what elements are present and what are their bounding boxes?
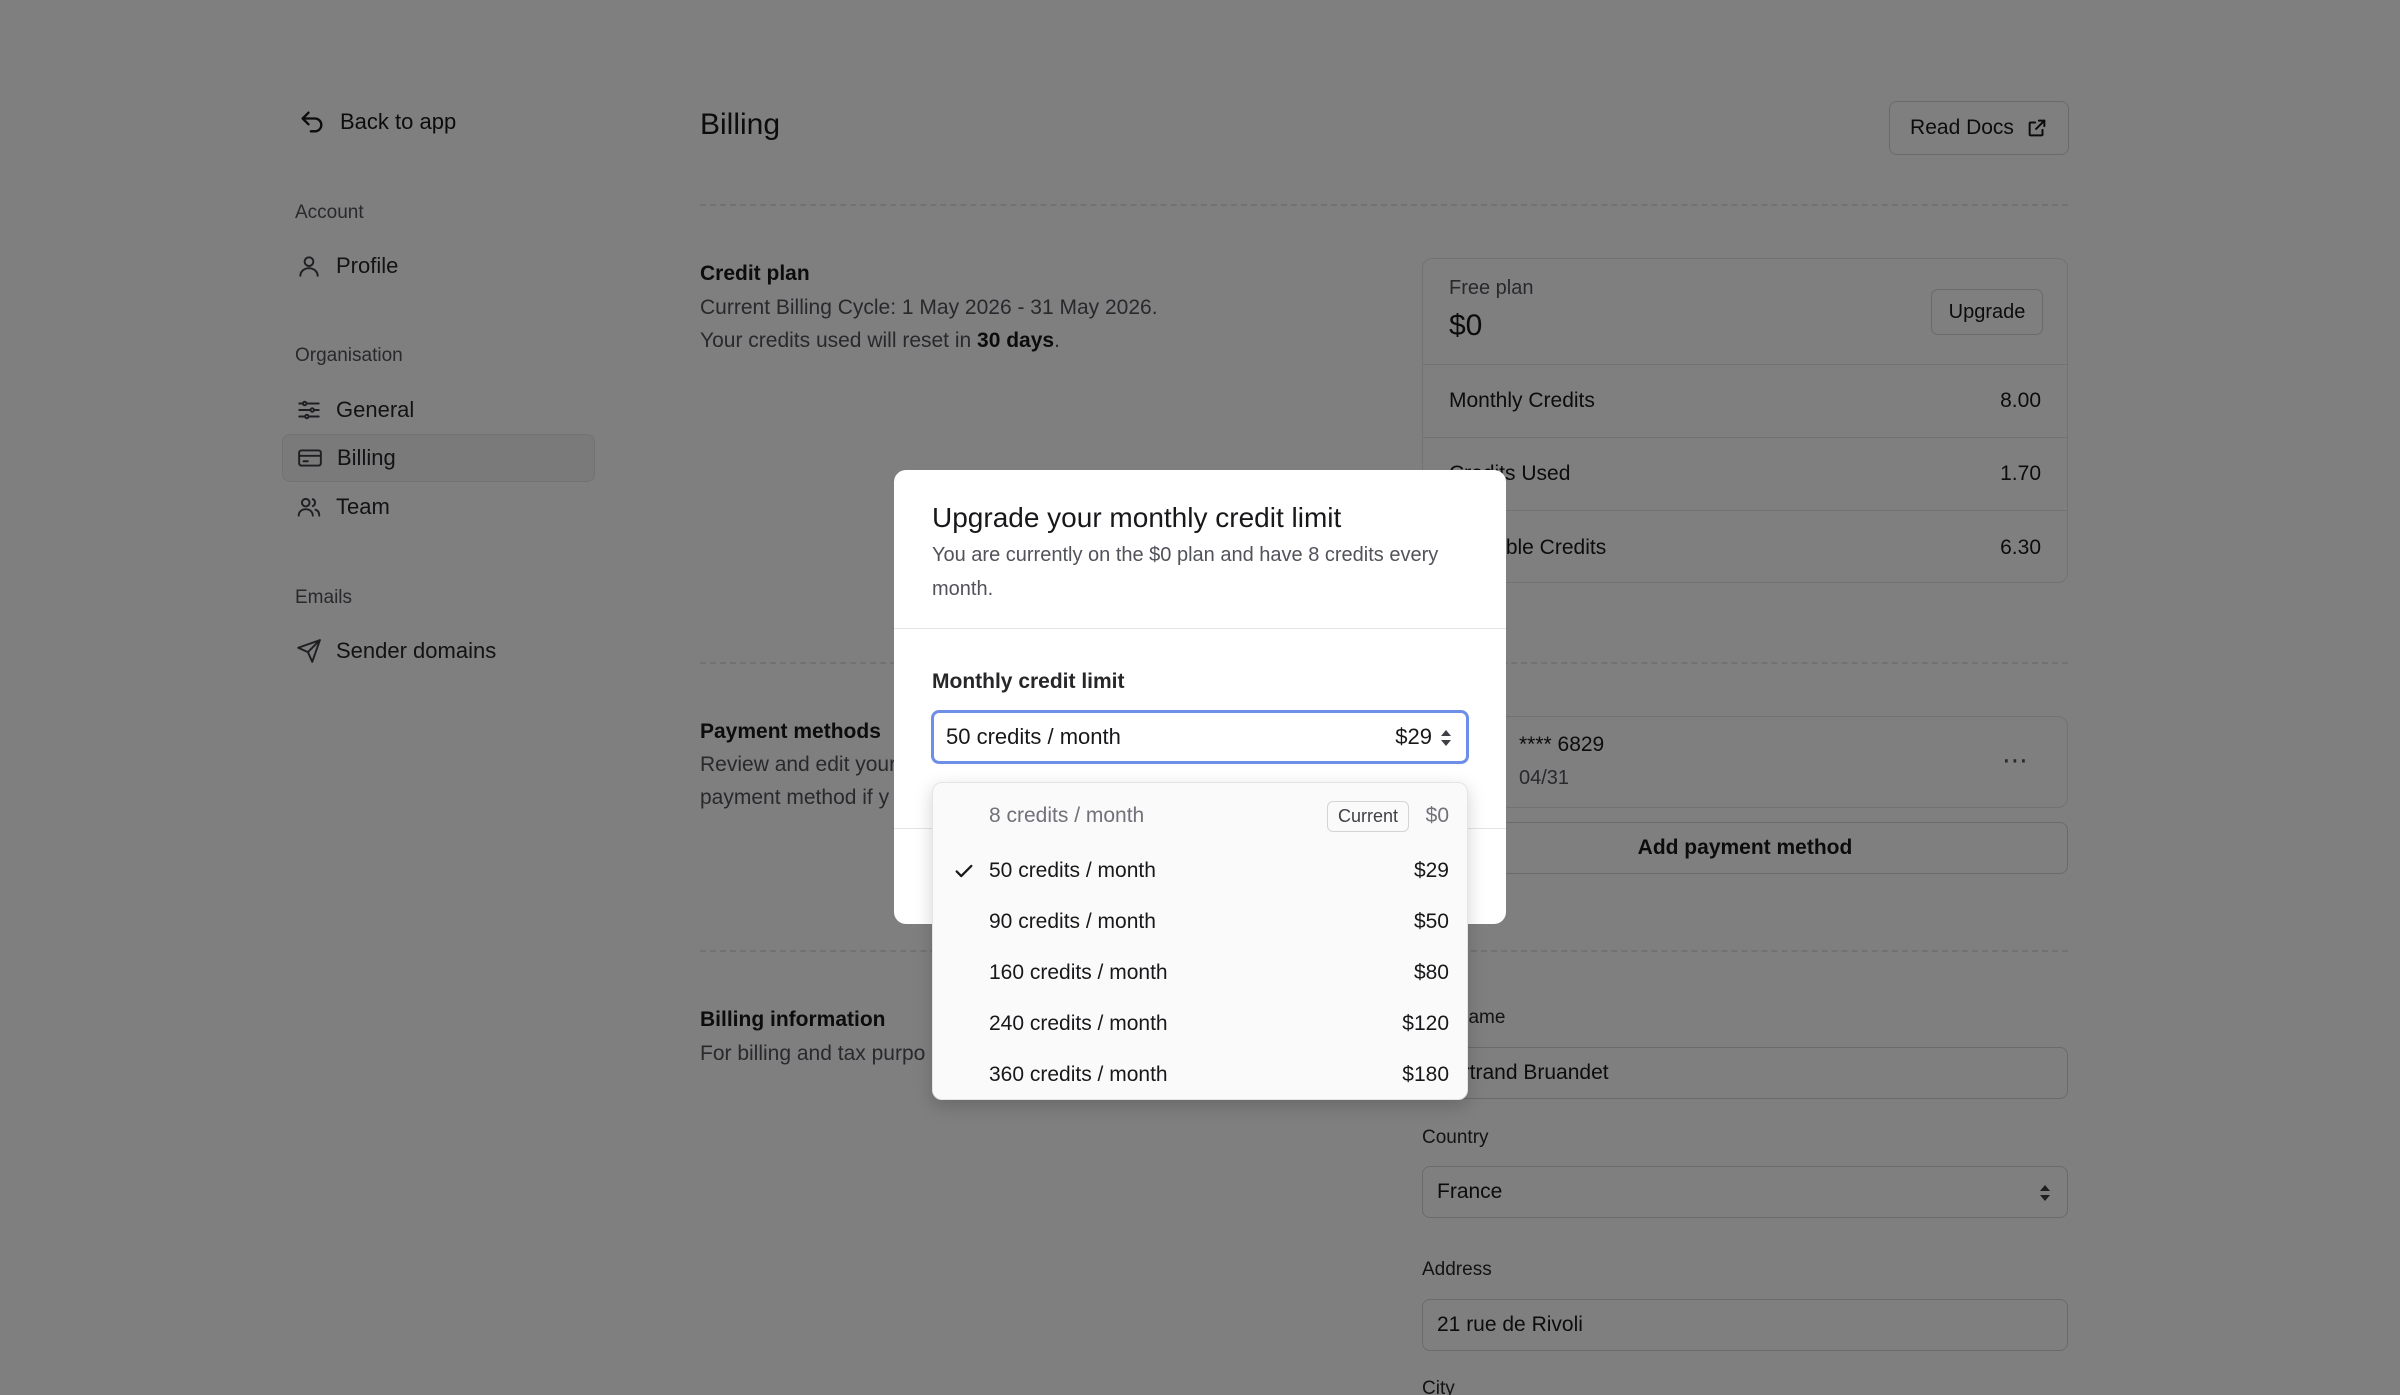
dropdown-option-360-credits[interactable]: 360 credits / month $180 (933, 1050, 1467, 1099)
dropdown-option-8-credits: 8 credits / month Current $0 (933, 791, 1467, 841)
option-price: $80 (1413, 961, 1449, 984)
select-arrows-icon (1441, 730, 1451, 746)
option-label: 360 credits / month (989, 1063, 1168, 1086)
option-price: $29 (1413, 859, 1449, 882)
credit-limit-label: Monthly credit limit (932, 670, 1125, 693)
dropdown-option-240-credits[interactable]: 240 credits / month $120 (933, 999, 1467, 1049)
modal-divider (894, 628, 1506, 629)
option-label: 90 credits / month (989, 910, 1156, 933)
option-label: 240 credits / month (989, 1012, 1168, 1035)
option-price: $0 (1425, 804, 1449, 827)
selected-option-price: $29 (1395, 724, 1432, 749)
current-badge: Current (1326, 800, 1409, 832)
credit-limit-dropdown: 8 credits / month Current $0 50 credits … (932, 782, 1468, 1100)
option-label: 50 credits / month (989, 859, 1156, 882)
selected-option-label: 50 credits / month (946, 724, 1121, 749)
option-price: $120 (1402, 1012, 1449, 1035)
dropdown-option-50-credits[interactable]: 50 credits / month $29 (933, 846, 1467, 896)
credit-limit-select[interactable]: 50 credits / month $29 (931, 710, 1469, 764)
dropdown-option-160-credits[interactable]: 160 credits / month $80 (933, 948, 1467, 998)
dropdown-option-90-credits[interactable]: 90 credits / month $50 (933, 897, 1467, 947)
option-price: $50 (1413, 910, 1449, 933)
modal-title: Upgrade your monthly credit limit (932, 502, 1342, 533)
option-label: 160 credits / month (989, 961, 1168, 984)
option-label: 8 credits / month (989, 804, 1145, 827)
option-price: $180 (1402, 1063, 1449, 1086)
modal-description: You are currently on the $0 plan and hav… (932, 544, 1439, 600)
check-icon (955, 864, 973, 878)
